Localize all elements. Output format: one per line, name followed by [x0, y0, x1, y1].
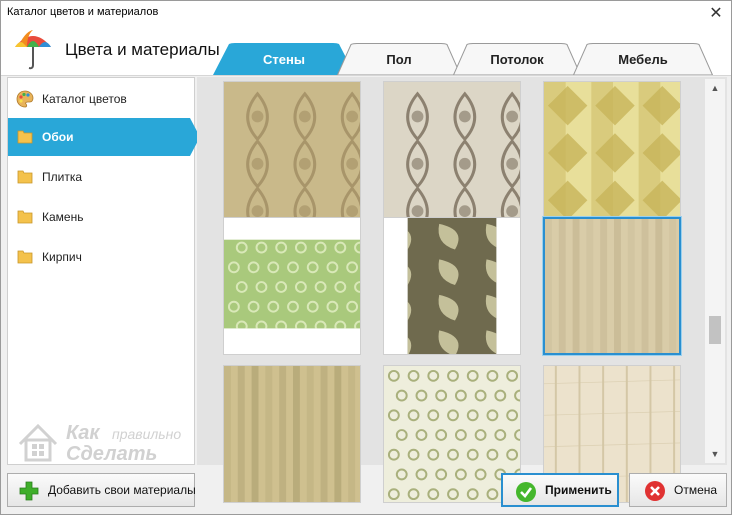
watermark-line1: Как — [66, 422, 100, 444]
scroll-up-icon[interactable]: ▲ — [705, 79, 725, 97]
wallpaper-geometric-yellow[interactable] — [543, 81, 681, 219]
tab-ceiling[interactable]: Потолок — [453, 43, 581, 75]
scroll-thumb[interactable] — [709, 316, 721, 344]
wallpaper-stripe-beige[interactable] — [543, 217, 681, 355]
add-materials-button[interactable]: Добавить свои материалы — [7, 473, 196, 507]
vertical-scrollbar[interactable]: ▲ ▼ — [705, 79, 725, 463]
sidebar-item-label: Каталог цветов — [42, 92, 127, 106]
sidebar-item-label: Обои — [42, 130, 74, 144]
check-icon — [516, 482, 536, 502]
apply-button[interactable]: Применить — [501, 473, 619, 507]
page-title: Цвета и материалы — [65, 40, 220, 59]
wallpaper-damask-grey[interactable] — [383, 81, 521, 219]
apply-label: Применить — [545, 483, 612, 497]
tab-floor[interactable]: Пол — [337, 43, 461, 75]
tab-furniture-label: Мебель — [618, 51, 668, 67]
sidebar-item-label: Кирпич — [42, 250, 82, 264]
cancel-label: Отмена — [674, 483, 718, 497]
tab-floor-label: Пол — [386, 51, 412, 67]
tab-walls-label: Стены — [263, 51, 305, 67]
title-bar: Каталог цветов и материалов ✕ — [1, 1, 731, 25]
tab-furniture[interactable]: Мебель — [573, 43, 713, 75]
folder-icon — [17, 130, 33, 144]
tab-walls[interactable]: Стены — [213, 43, 355, 75]
folder-icon — [17, 170, 33, 184]
sidebar-item-stone[interactable]: Камень — [8, 198, 196, 236]
wallpaper-floral-green[interactable] — [223, 217, 361, 355]
folder-icon — [17, 210, 33, 224]
scroll-down-icon[interactable]: ▼ — [705, 445, 725, 463]
material-grid — [197, 77, 727, 503]
sidebar-item-label: Камень — [42, 210, 84, 224]
palette-icon — [16, 90, 34, 108]
sidebar: Каталог цветов Обои Плитка Камень Кирпич… — [7, 77, 200, 465]
sidebar-item-brick[interactable]: Кирпич — [8, 238, 196, 276]
watermark-logo: Как правильно Сделать — [18, 422, 181, 465]
tab-ceiling-label: Потолок — [490, 51, 544, 67]
wallpaper-damask-gold[interactable] — [223, 81, 361, 219]
add-materials-label: Добавить свои материалы — [48, 483, 196, 497]
catalog-window: Каталог цветов и материалов ✕ Цвета и ма… — [0, 0, 732, 515]
wallpaper-paisley-dark[interactable] — [383, 217, 521, 355]
umbrella-palette-icon — [15, 30, 51, 70]
close-icon[interactable]: ✕ — [705, 2, 727, 24]
folder-icon — [17, 250, 33, 264]
watermark-line2: Сделать — [66, 443, 157, 465]
plus-icon — [19, 481, 39, 501]
sidebar-item-tile[interactable]: Плитка — [8, 158, 196, 196]
sidebar-item-color-catalog[interactable]: Каталог цветов — [8, 80, 196, 118]
wallpaper-stripe-olive[interactable] — [223, 365, 361, 503]
cancel-icon — [645, 481, 665, 501]
sidebar-item-wallpaper[interactable]: Обои — [8, 118, 200, 156]
window-title: Каталог цветов и материалов — [7, 6, 159, 18]
cancel-button[interactable]: Отмена — [629, 473, 727, 507]
sidebar-item-label: Плитка — [42, 170, 83, 184]
header-divider — [1, 75, 731, 76]
watermark-line1b: правильно — [112, 426, 181, 442]
